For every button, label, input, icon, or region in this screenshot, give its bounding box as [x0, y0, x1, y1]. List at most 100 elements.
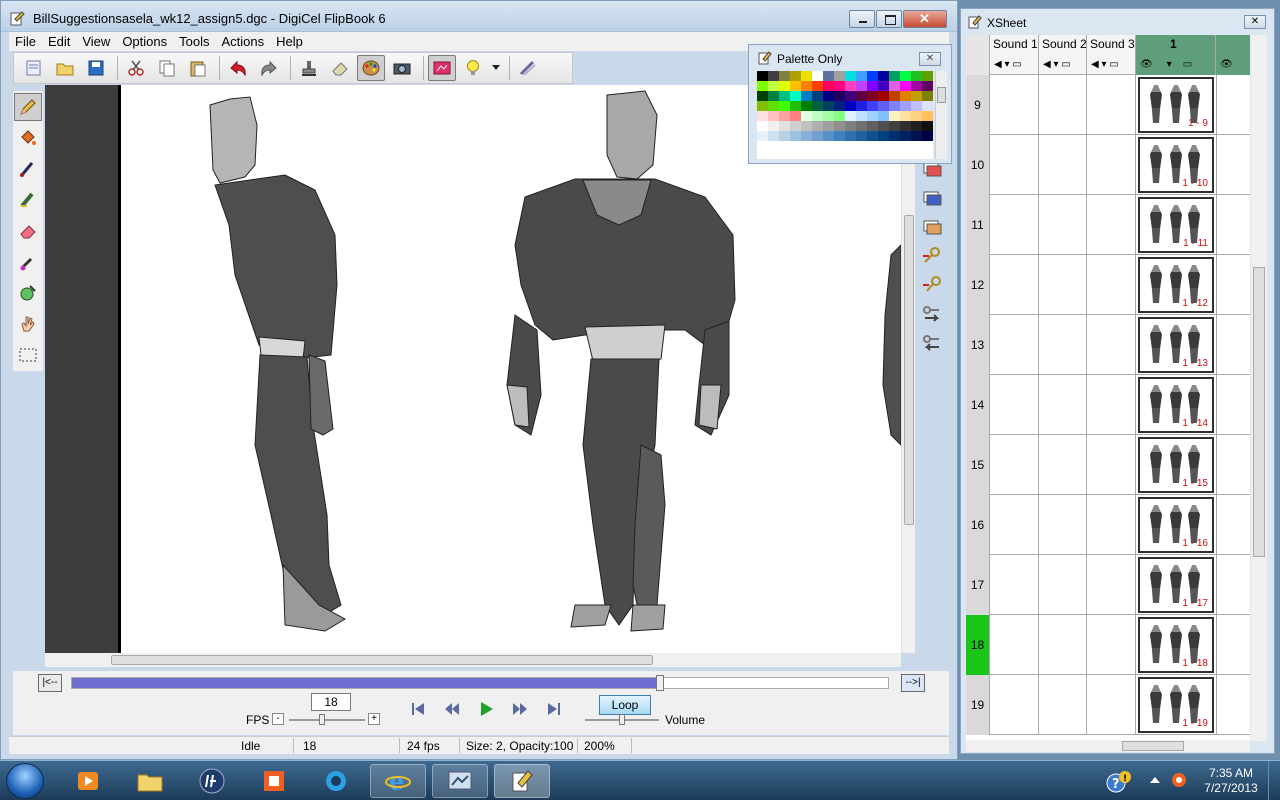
- sound-cell[interactable]: [990, 675, 1039, 735]
- menu-file[interactable]: File: [9, 32, 42, 51]
- start-button[interactable]: [6, 763, 44, 799]
- palette-swatch[interactable]: [900, 121, 911, 131]
- chevron-up-icon[interactable]: [1146, 771, 1164, 789]
- layer-2-cell[interactable]: [1216, 255, 1250, 315]
- next-frame-button[interactable]: [503, 697, 537, 721]
- camera-button[interactable]: [388, 55, 416, 81]
- taskbar-office[interactable]: [246, 764, 302, 798]
- frame-number[interactable]: 9: [966, 75, 990, 135]
- brush-settings-button[interactable]: [514, 55, 542, 81]
- xsheet-row[interactable]: 18 1 - 18: [966, 615, 1250, 675]
- palette-swatch[interactable]: [834, 101, 845, 111]
- taskbar-flipbook[interactable]: [494, 764, 550, 798]
- palette-swatch[interactable]: [757, 121, 768, 131]
- palette-swatch[interactable]: [845, 121, 856, 131]
- xsheet-row[interactable]: 12 1 - 12: [966, 255, 1250, 315]
- undo-button[interactable]: [224, 55, 252, 81]
- volume-slider-knob[interactable]: [619, 714, 625, 725]
- xsheet-row[interactable]: 17 1 - 17: [966, 555, 1250, 615]
- goto-end-button[interactable]: -->|: [901, 674, 925, 692]
- frame-number[interactable]: 14: [966, 375, 990, 435]
- palette-swatch[interactable]: [768, 91, 779, 101]
- lightbulb-button[interactable]: [459, 55, 487, 81]
- palette-swatch[interactable]: [823, 101, 834, 111]
- eye-icon[interactable]: 👁: [1220, 59, 1233, 70]
- close-button[interactable]: [903, 10, 947, 28]
- cel-thumbnail[interactable]: 1 - 16: [1138, 497, 1214, 553]
- palette-swatch[interactable]: [779, 71, 790, 81]
- layer-2-cell[interactable]: [1216, 315, 1250, 375]
- palette-swatch[interactable]: [889, 131, 900, 141]
- palette-button[interactable]: [357, 55, 385, 81]
- palette-swatch[interactable]: [856, 131, 867, 141]
- palette-swatch[interactable]: [812, 101, 823, 111]
- palette-swatch[interactable]: [801, 91, 812, 101]
- layer-2-cell[interactable]: [1216, 375, 1250, 435]
- palette-swatch[interactable]: [878, 101, 889, 111]
- xsheet-titlebar[interactable]: XSheet ✕: [961, 9, 1274, 35]
- palette-swatch[interactable]: [856, 121, 867, 131]
- frame-number[interactable]: 15: [966, 435, 990, 495]
- palette-swatch[interactable]: [823, 131, 834, 141]
- palette-swatch[interactable]: [757, 111, 768, 121]
- palette-swatch[interactable]: [900, 101, 911, 111]
- sound-2-header[interactable]: Sound 2 ◀ ▾ ▭: [1039, 35, 1087, 75]
- palette-swatch[interactable]: [845, 81, 856, 91]
- palette-swatch[interactable]: [922, 131, 933, 141]
- volume-slider[interactable]: [585, 714, 659, 725]
- loop-button[interactable]: Loop: [599, 695, 651, 715]
- hand-tool[interactable]: [14, 310, 42, 338]
- scroll-thumb[interactable]: [1253, 267, 1265, 557]
- sound-cell[interactable]: [1039, 675, 1087, 735]
- scroll-thumb[interactable]: [1122, 741, 1184, 751]
- palette-swatch[interactable]: [900, 111, 911, 121]
- palette-swatch[interactable]: [911, 81, 922, 91]
- sound-cell[interactable]: [1039, 495, 1087, 555]
- xsheet-close-button[interactable]: ✕: [1244, 15, 1266, 29]
- cut-button[interactable]: [122, 55, 150, 81]
- sound-cell[interactable]: [990, 135, 1039, 195]
- palette-swatch[interactable]: [801, 101, 812, 111]
- layer-2-cell[interactable]: [1216, 135, 1250, 195]
- sound-cell[interactable]: [1039, 555, 1087, 615]
- minimize-button[interactable]: [849, 10, 875, 28]
- palette-swatch[interactable]: [812, 71, 823, 81]
- layer-2-cell[interactable]: [1216, 195, 1250, 255]
- palette-swatch[interactable]: [834, 71, 845, 81]
- sound-cell[interactable]: [990, 555, 1039, 615]
- palette-swatch[interactable]: [911, 111, 922, 121]
- paste-button[interactable]: [184, 55, 212, 81]
- open-button[interactable]: [51, 55, 79, 81]
- palette-swatch[interactable]: [856, 81, 867, 91]
- key-button[interactable]: [917, 272, 947, 298]
- palette-swatch[interactable]: [801, 71, 812, 81]
- sound-cell[interactable]: [1087, 495, 1136, 555]
- frame-number[interactable]: 11: [966, 195, 990, 255]
- palette-swatch[interactable]: [845, 131, 856, 141]
- sound-cell[interactable]: [990, 195, 1039, 255]
- xsheet-row[interactable]: 15 1 - 15: [966, 435, 1250, 495]
- marker-tool[interactable]: [14, 186, 42, 214]
- sound-cell[interactable]: [1087, 75, 1136, 135]
- speaker-icon[interactable]: ◀ ▾ ▭: [994, 59, 1022, 70]
- sound-cell[interactable]: [1087, 435, 1136, 495]
- sound-cell[interactable]: [990, 435, 1039, 495]
- menu-help[interactable]: Help: [270, 32, 309, 51]
- palette-swatch[interactable]: [834, 121, 845, 131]
- cel-thumbnail[interactable]: 1 - 18: [1138, 617, 1214, 673]
- palette-swatch[interactable]: [900, 91, 911, 101]
- timeline-slider[interactable]: [71, 675, 889, 691]
- ink-brush-tool[interactable]: [14, 155, 42, 183]
- palette-swatch[interactable]: [757, 91, 768, 101]
- system-clock[interactable]: 7:35 AM 7/27/2013: [1196, 766, 1266, 796]
- dropper-tool[interactable]: [14, 248, 42, 276]
- layer-2-cell[interactable]: [1216, 75, 1250, 135]
- sound-cell[interactable]: [990, 315, 1039, 375]
- palette-swatch[interactable]: [867, 71, 878, 81]
- sound-cell[interactable]: [1039, 375, 1087, 435]
- cel-thumbnail[interactable]: 1 - 13: [1138, 317, 1214, 373]
- palette-swatch[interactable]: [878, 91, 889, 101]
- taskbar-internet-explorer[interactable]: e: [370, 764, 426, 798]
- palette-swatch[interactable]: [823, 91, 834, 101]
- palette-swatch[interactable]: [757, 131, 768, 141]
